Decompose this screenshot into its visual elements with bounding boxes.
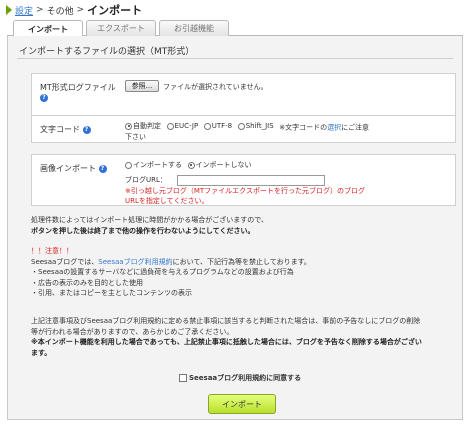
radio[interactable]	[166, 122, 174, 130]
blog-url-warning-line1: ※引っ越し元ブログ（MTファイルエクスポートを行った元ブログ）のブログ	[125, 187, 365, 195]
blog-url-input[interactable]	[177, 175, 325, 186]
radio[interactable]	[125, 161, 132, 169]
terms-link[interactable]: Seesaaブログ利用規約	[98, 258, 172, 266]
charset-options: 自動判定 EUC-JP UTF-8 Shift_JIS ※文字コードの選択にご注…	[125, 121, 369, 133]
help-icon[interactable]: ?	[82, 125, 91, 134]
charset-note-line2: 下さい	[125, 133, 146, 141]
image-import-options: インポートする インポートしない	[125, 160, 255, 171]
radio[interactable]	[203, 122, 211, 130]
file-status: ファイルが選択されていません。	[163, 83, 268, 91]
breadcrumb-other: その他	[46, 6, 74, 17]
processing-notice: 処理件数によってはインポート処理に時間がかかる場合がございますので、 ボタンを押…	[31, 216, 269, 235]
charset-option-utf8[interactable]: UTF-8	[203, 122, 232, 130]
tab-moving[interactable]: お引越機能	[159, 20, 229, 36]
help-icon[interactable]: ?	[98, 164, 107, 173]
import-button[interactable]: インポート	[208, 394, 276, 414]
image-import-option-yes[interactable]: インポートする	[125, 160, 182, 170]
agree-checkbox[interactable]	[179, 374, 187, 382]
section-divider	[17, 58, 453, 59]
prohibited-item: ・引用、またはコピーを主としたコンテンツの表示	[31, 289, 192, 297]
prohibited-item: ・Seesaaの設置するサーバなどに過負荷を与えるプログラムなどの設置および行為	[31, 268, 294, 276]
breadcrumb-settings-link[interactable]: 設定	[15, 4, 33, 17]
agree-label: Seesaaブログ利用規約に同意する	[189, 374, 302, 382]
breadcrumb-separator: >	[36, 5, 44, 15]
breadcrumb-separator: >	[76, 5, 85, 15]
browse-button[interactable]: 参照...	[125, 80, 159, 92]
import-panel: インポートするファイルの選択（MT形式） MT形式ログファイル ? 参照... …	[7, 36, 463, 420]
charset-label: 文字コード	[40, 125, 80, 134]
image-import-label: 画像インポート	[40, 164, 96, 173]
prohibited-item: ・広告の表示のみを目的とした使用	[31, 278, 143, 287]
caution-heading: ！！注意！！	[31, 247, 73, 255]
help-icon[interactable]: ?	[40, 93, 48, 102]
image-import-row: 画像インポート ? インポートする インポートしない ブログURL： ※引っ越し…	[31, 154, 456, 206]
caution-notice: ！！注意！！ Seesaaブログでは、Seesaaブログ利用規約において、下記行…	[31, 247, 311, 297]
breadcrumb: 設定 > その他 > インポート	[6, 3, 142, 17]
image-import-option-no[interactable]: インポートしない	[187, 160, 252, 170]
section-title: インポートするファイルの選択（MT形式）	[19, 47, 195, 57]
tab-bar: インポート エクスポート お引越機能	[7, 19, 463, 37]
mt-log-label: MT形式ログファイル	[40, 83, 116, 92]
tab-import[interactable]: インポート	[13, 20, 83, 37]
radio-selected[interactable]	[187, 161, 195, 169]
tab-export[interactable]: エクスポート	[86, 20, 156, 36]
agree-terms[interactable]: Seesaaブログ利用規約に同意する	[179, 373, 301, 383]
radio[interactable]	[237, 122, 245, 130]
charset-row: 文字コード ? 自動判定 EUC-JP UTF-8 Shift_JIS ※文字コ…	[31, 115, 456, 143]
blog-url-label: ブログURL：	[125, 176, 167, 184]
breadcrumb-arrow-icon	[6, 5, 12, 15]
charset-note-link[interactable]: 選択	[327, 124, 341, 132]
page-title: インポート	[87, 4, 143, 17]
blog-url-warning-line2: URLを指定してください。	[125, 197, 209, 205]
radio-selected[interactable]	[125, 122, 132, 130]
charset-option-auto[interactable]: 自動判定	[125, 121, 161, 131]
charset-option-sjis[interactable]: Shift_JIS	[237, 122, 274, 130]
charset-option-eucjp[interactable]: EUC-JP	[166, 122, 198, 130]
terms-notice: 上記注意事項及びSeesaaブログ利用規約に定める禁止事項に該当すると判断された…	[31, 317, 422, 357]
charset-note: ※文字コードの選択にご注意	[279, 123, 369, 132]
